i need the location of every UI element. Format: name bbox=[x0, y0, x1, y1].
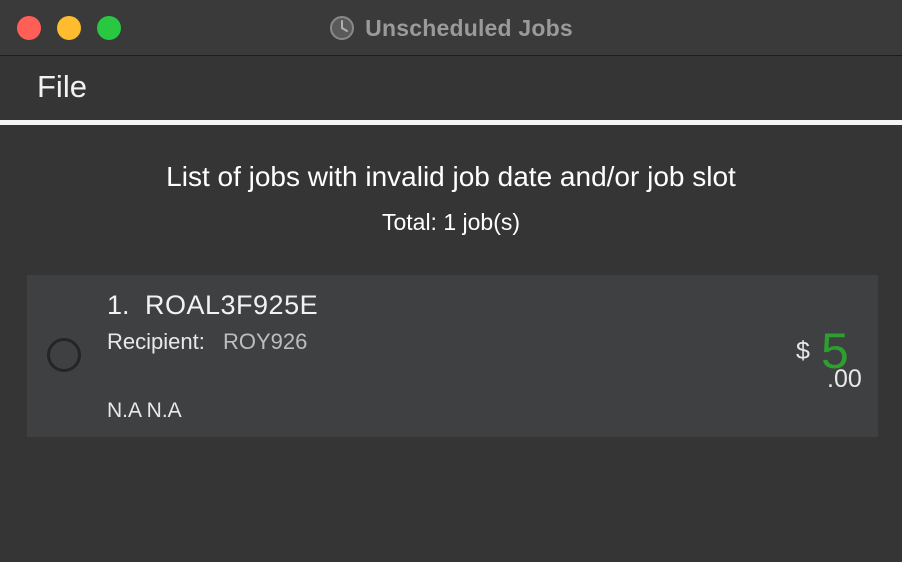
main-content: List of jobs with invalid job date and/o… bbox=[0, 125, 902, 562]
clock-icon bbox=[330, 16, 355, 40]
window-title-group: Unscheduled Jobs bbox=[0, 0, 902, 56]
app-window: Unscheduled Jobs File List of jobs with … bbox=[0, 0, 902, 562]
price-cents: .00 bbox=[827, 365, 862, 393]
job-total-count: Total: 1 job(s) bbox=[381, 209, 521, 235]
job-index: 1. bbox=[107, 290, 130, 320]
recipient-label: Recipient: bbox=[107, 329, 205, 354]
job-id: ROAL3F925E bbox=[145, 290, 319, 320]
job-list-item[interactable]: 1. ROAL3F925E Recipient: ROY926 N.A N.A … bbox=[27, 275, 878, 437]
job-select-radio[interactable] bbox=[47, 338, 81, 372]
title-bar[interactable]: Unscheduled Jobs bbox=[0, 0, 902, 56]
page-heading: List of jobs with invalid job date and/o… bbox=[166, 161, 736, 192]
job-date-slot: N.A N.A bbox=[107, 399, 182, 422]
menu-file[interactable]: File bbox=[37, 69, 87, 105]
menu-bar: File bbox=[0, 57, 902, 120]
window-title: Unscheduled Jobs bbox=[365, 14, 573, 41]
recipient-value: ROY926 bbox=[223, 329, 308, 354]
currency-symbol: $ bbox=[796, 337, 810, 365]
